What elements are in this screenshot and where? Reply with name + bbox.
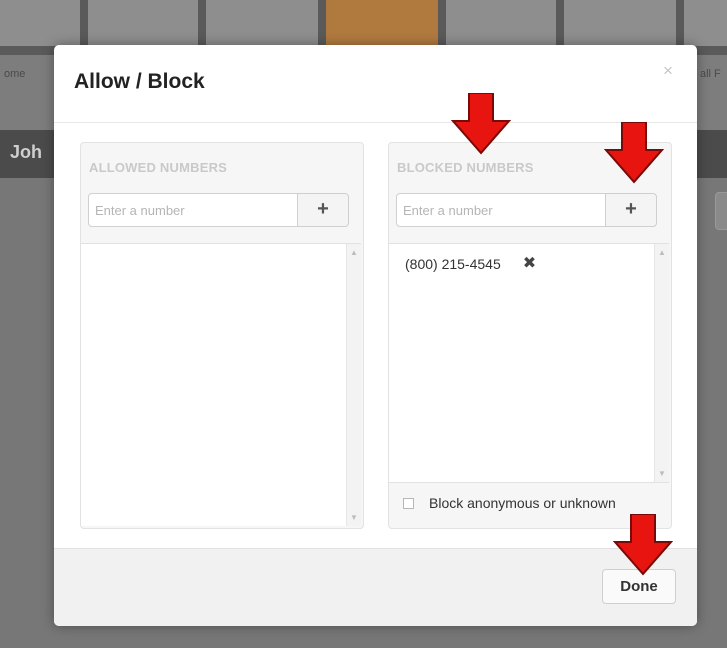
- dialog-footer: [54, 548, 697, 626]
- nav-tile-history: [446, 0, 556, 46]
- add-blocked-number-button[interactable]: +: [605, 193, 657, 227]
- annotation-arrow-icon: [451, 93, 511, 155]
- nav-tile-calls: [326, 0, 438, 46]
- dialog-title: Allow / Block: [74, 70, 205, 93]
- blocked-number-input[interactable]: [396, 193, 606, 227]
- blocked-numbers-title: BLOCKED NUMBERS: [397, 160, 534, 175]
- allowed-numbers-panel: ALLOWED NUMBERS + ▲ ▼: [80, 142, 364, 529]
- blocked-numbers-list[interactable]: (800) 215-4545 ✖ ▲ ▼: [389, 243, 669, 483]
- nav-tile-call-features: [684, 0, 727, 46]
- block-anonymous-label[interactable]: Block anonymous or unknown: [429, 495, 616, 511]
- annotation-arrow-icon: [613, 514, 673, 576]
- list-item: (800) 215-4545 ✖: [405, 254, 536, 274]
- scroll-down-icon[interactable]: ▼: [350, 513, 358, 522]
- allowed-list-scrollbar[interactable]: ▲ ▼: [346, 244, 361, 526]
- scroll-up-icon[interactable]: ▲: [350, 248, 358, 257]
- nav-tile-home: [0, 0, 80, 46]
- nav-tile-music: [564, 0, 676, 46]
- blocked-list-scrollbar[interactable]: ▲ ▼: [654, 244, 669, 482]
- scroll-down-icon[interactable]: ▼: [658, 469, 666, 478]
- nav-label-home: ome: [4, 68, 26, 80]
- add-allowed-number-button[interactable]: +: [297, 193, 349, 227]
- allowed-number-input[interactable]: [88, 193, 298, 227]
- nav-label-call-features: all F: [700, 68, 721, 80]
- block-anonymous-checkbox[interactable]: [403, 497, 414, 509]
- scroll-up-icon[interactable]: ▲: [658, 248, 666, 257]
- block-anonymous-row[interactable]: Block anonymous or unknown: [403, 495, 616, 511]
- remove-icon[interactable]: ✖: [523, 256, 536, 272]
- annotation-arrow-icon: [604, 122, 664, 184]
- blocked-number: (800) 215-4545: [405, 256, 501, 272]
- background-contact-name: Joh: [10, 142, 43, 162]
- allow-block-dialog: Allow / Block × ALLOWED NUMBERS + ▲ ▼ BL…: [54, 45, 697, 626]
- allowed-numbers-list[interactable]: ▲ ▼: [81, 243, 361, 526]
- nav-tile-messages: [88, 0, 198, 46]
- nav-tile-contacts: [206, 0, 318, 46]
- blocked-numbers-panel: BLOCKED NUMBERS + (800) 215-4545 ✖ ▲ ▼ B…: [388, 142, 672, 529]
- allowed-numbers-title: ALLOWED NUMBERS: [89, 160, 228, 175]
- background-button: [715, 192, 727, 230]
- close-icon[interactable]: ×: [663, 61, 673, 81]
